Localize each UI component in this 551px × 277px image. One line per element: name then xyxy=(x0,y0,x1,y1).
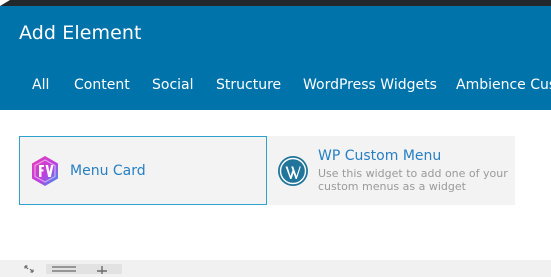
modal-header: Add Element All Content Social Structure… xyxy=(0,6,551,110)
tab-ambience-custom[interactable]: Ambience Cust xyxy=(456,77,551,93)
menu-card-icon xyxy=(29,155,61,187)
builder-footer xyxy=(0,260,551,276)
element-name: WP Custom Menu xyxy=(318,148,442,164)
element-category-tabs: All Content Social Structure WordPress W… xyxy=(0,77,551,101)
element-card-menu-card[interactable]: Menu Card xyxy=(19,136,267,205)
modal-title: Add Element xyxy=(19,22,142,44)
tab-all[interactable]: All xyxy=(32,77,49,93)
expand-icon[interactable] xyxy=(18,264,40,274)
hamburger-icon[interactable] xyxy=(46,264,82,274)
tab-wordpress-widgets[interactable]: WordPress Widgets xyxy=(303,77,437,93)
tab-structure[interactable]: Structure xyxy=(216,77,281,93)
tab-social[interactable]: Social xyxy=(152,77,194,93)
add-element-modal: Add Element All Content Social Structure… xyxy=(0,6,551,260)
wordpress-icon xyxy=(277,155,309,187)
element-card-wp-custom-menu[interactable]: WP Custom Menu Use this widget to add on… xyxy=(267,136,515,205)
tab-content[interactable]: Content xyxy=(74,77,130,93)
element-name: Menu Card xyxy=(70,163,146,179)
element-description: Use this widget to add one of your custo… xyxy=(318,167,508,193)
plus-icon[interactable] xyxy=(82,264,122,276)
